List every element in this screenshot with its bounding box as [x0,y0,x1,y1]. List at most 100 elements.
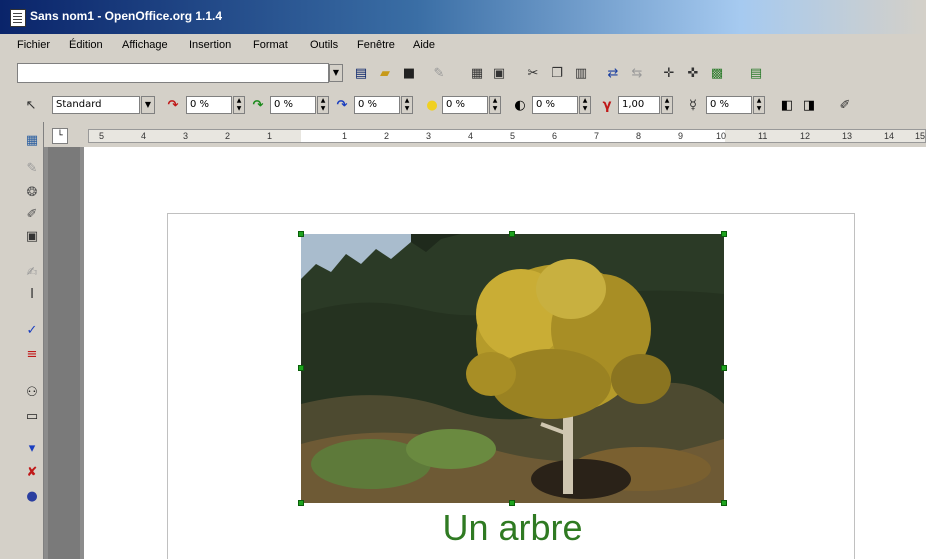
form-controls-icon[interactable]: ▣ [23,228,41,244]
ruler-label: 5 [99,131,105,141]
green-icon: ↷ [252,97,264,113]
selection-handle-top-left[interactable] [298,231,304,237]
graphics-properties-icon[interactable]: ◧ [778,96,796,114]
gamma-spinner[interactable]: ▲ ▼ [661,96,673,114]
ruler-label: 12 [800,131,811,141]
insert-fields-icon[interactable]: ✎ [23,160,41,176]
show-draw-functions-icon[interactable]: ✐ [23,206,41,222]
transparency-icon: ☿ [689,97,697,113]
menu-aide[interactable]: Aide [413,39,435,51]
data-sources-icon[interactable]: ▤ [747,64,765,82]
selection-handle-bottom[interactable] [509,500,515,506]
autotext-icon[interactable]: ✍ [23,264,41,280]
ruler-label: 4 [468,131,474,141]
tab-type-button[interactable]: └ [52,128,68,144]
ruler-label: 1 [267,131,273,141]
menu-affichage[interactable]: Affichage [122,39,168,51]
transparency-spinner[interactable]: ▲ ▼ [753,96,765,114]
brightness-icon: ● [426,97,438,113]
contrast-field[interactable]: 0 % [532,96,578,114]
copy-icon[interactable]: ❐ [548,64,566,82]
ruler-margin-right [725,130,925,142]
undo-icon[interactable]: ⇄ [604,64,622,82]
selection-handle-bottom-left[interactable] [298,500,304,506]
save-icon[interactable]: ■ [400,64,418,82]
gallery-icon[interactable]: ▩ [708,64,726,82]
green-spinner[interactable]: ▲ ▼ [317,96,329,114]
wrap-icon[interactable]: ▾ [23,440,41,456]
selection-handle-top-right[interactable] [721,231,727,237]
selection-handle-left[interactable] [298,365,304,371]
insert-table-icon[interactable]: ▦ [23,132,41,148]
blue-field[interactable]: 0 % [354,96,400,114]
navigator-icon[interactable]: ✛ [660,64,678,82]
crop-icon[interactable]: ◨ [800,96,818,114]
new-document-icon[interactable]: ▤ [352,64,370,82]
red-field[interactable]: 0 % [186,96,232,114]
stylist-icon[interactable]: ✜ [684,64,702,82]
insert-objects-icon[interactable]: ❂ [23,184,41,200]
graphics-mode-select[interactable]: Standard [52,96,140,114]
web-layout-icon[interactable]: ● [23,488,41,504]
menu-format[interactable]: Format [253,39,288,51]
ruler-label: 15 [915,131,926,141]
horizontal-ruler[interactable]: └ 5 4 3 2 1 1 2 3 4 5 6 7 8 9 10 11 12 1… [44,125,926,147]
tree-photo[interactable] [301,234,724,503]
red-spinner[interactable]: ▲ ▼ [233,96,245,114]
gamma-field[interactable]: 1,00 [618,96,660,114]
green-field[interactable]: 0 % [270,96,316,114]
url-dropdown-button[interactable]: ▼ [329,64,343,82]
filter-icon[interactable]: ↖ [22,96,40,114]
selection-handle-top[interactable] [509,231,515,237]
brightness-field[interactable]: 0 % [442,96,488,114]
selection-handle-bottom-right[interactable] [721,500,727,506]
vertical-ruler[interactable] [44,147,84,559]
paste-icon[interactable]: ▥ [572,64,590,82]
ruler-label: 2 [225,131,231,141]
ruler-label: 8 [636,131,642,141]
graphics-filter-icon[interactable]: ✐ [836,96,854,114]
ruler-label: 3 [426,131,432,141]
document-icon [10,9,26,27]
selection-handle-right[interactable] [721,365,727,371]
blue-icon: ↷ [336,97,348,113]
red-icon: ↷ [167,97,179,113]
graphics-mode-dropdown[interactable]: ▼ [141,96,155,114]
edit-file-icon[interactable]: ✎ [430,64,448,82]
image-caption[interactable]: Un arbre [301,507,724,549]
url-input[interactable] [17,63,329,83]
autospellcheck-icon[interactable]: ≡ [23,346,41,362]
open-folder-icon[interactable]: ▰ [376,64,394,82]
export-pdf-icon[interactable]: ▦ [468,64,486,82]
blue-spinner[interactable]: ▲ ▼ [401,96,413,114]
function-toolbar: ▼ ▤ ▰ ■ ✎ ▦ ▣ ✂ ❐ ▥ ⇄ ⇆ ✛ ✜ ▩ ▤ [0,60,926,88]
text-cursor-icon[interactable]: I [23,286,41,302]
ruler-label: 4 [141,131,147,141]
ruler-label: 6 [552,131,558,141]
menu-edition[interactable]: Édition [69,39,103,51]
transparency-field[interactable]: 0 % [706,96,752,114]
data-sources-panel-icon[interactable]: ▭ [23,408,41,424]
main-toolbar: ▦ ✎ ❂ ✐ ▣ ✍ I ✓ ≡ ⚇ ▭ ▾ ✘ ● [0,122,44,559]
cut-icon[interactable]: ✂ [524,64,542,82]
find-replace-icon[interactable]: ⚇ [23,384,41,400]
ruler-label: 1 [342,131,348,141]
ruler-label: 13 [842,131,853,141]
contrast-icon: ◐ [514,97,526,113]
redo-icon[interactable]: ⇆ [628,64,646,82]
brightness-spinner[interactable]: ▲ ▼ [489,96,501,114]
title-bar[interactable]: Sans nom1 - OpenOffice.org 1.1.4 [0,0,926,34]
menu-fenetre[interactable]: Fenêtre [357,39,395,51]
menu-insertion[interactable]: Insertion [189,39,231,51]
wrap-off-icon[interactable]: ✘ [23,464,41,480]
ruler-label: 10 [716,131,727,141]
menu-fichier[interactable]: Fichier [17,39,50,51]
menu-outils[interactable]: Outils [310,39,338,51]
contrast-spinner[interactable]: ▲ ▼ [579,96,591,114]
gamma-icon: γ [602,97,612,113]
ruler-label: 3 [183,131,189,141]
ruler-label: 5 [510,131,516,141]
print-icon[interactable]: ▣ [490,64,508,82]
ruler-label: 14 [884,131,895,141]
spellcheck-icon[interactable]: ✓ [23,322,41,338]
